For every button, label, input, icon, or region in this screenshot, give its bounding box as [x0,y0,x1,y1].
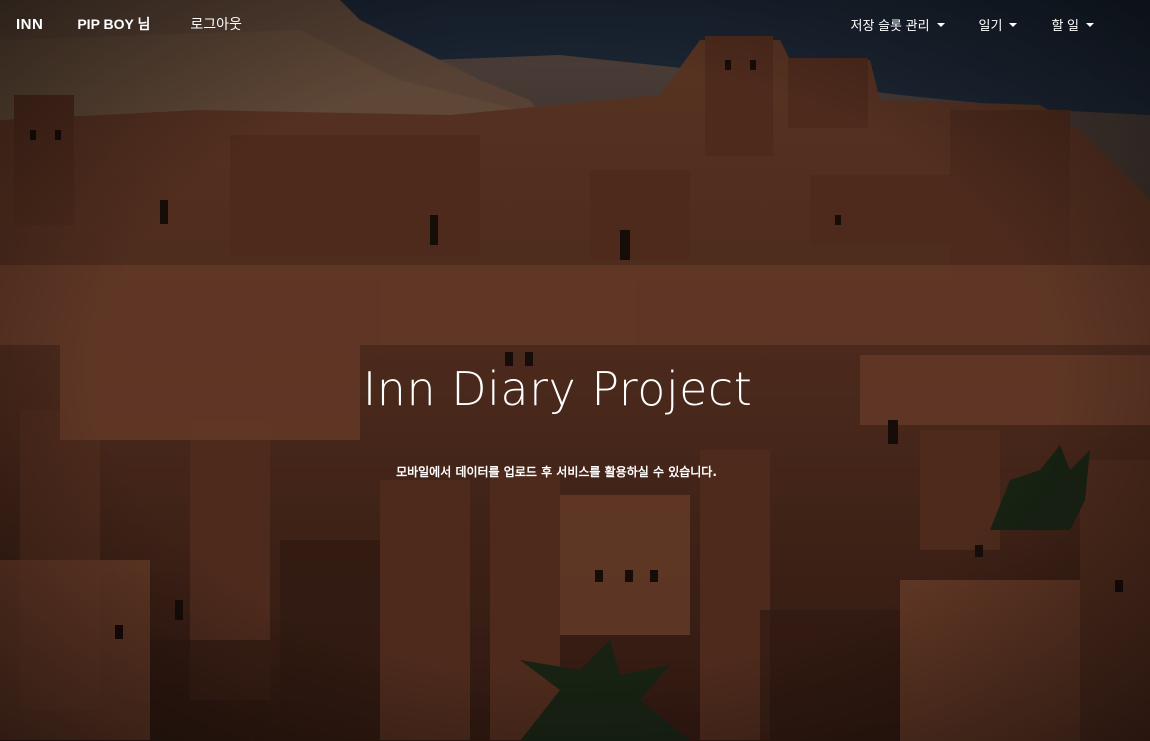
chevron-down-icon [1009,22,1018,27]
hero-section: INN PIP BOY 님 로그아웃 저장 슬롯 관리 일기 할 일 Inn D… [0,0,1150,741]
nav-left-group: INN PIP BOY 님 로그아웃 [16,14,242,34]
hero-title: Inn Diary Project [362,362,753,416]
user-profile-link[interactable]: PIP BOY 님 [77,14,150,34]
todo-menu[interactable]: 할 일 [1051,15,1094,34]
chevron-down-icon [1086,22,1094,27]
hero-subtitle: 모바일에서 데이터를 업로드 후 서비스를 활용하실 수 있습니다. [396,465,717,479]
brand-link[interactable]: INN [16,16,43,33]
chevron-down-icon [936,22,945,27]
nav-right-group: 저장 슬롯 관리 일기 할 일 [817,15,1094,34]
top-navbar: INN PIP BOY 님 로그아웃 저장 슬롯 관리 일기 할 일 [0,0,1150,48]
save-slot-menu[interactable]: 저장 슬롯 관리 [851,15,945,34]
todo-menu-label: 할 일 [1051,18,1079,33]
diary-menu-label: 일기 [978,18,1003,33]
diary-menu[interactable]: 일기 [979,15,1018,34]
save-slot-menu-label: 저장 슬롯 관리 [850,18,930,33]
logout-link[interactable]: 로그아웃 [190,14,242,34]
